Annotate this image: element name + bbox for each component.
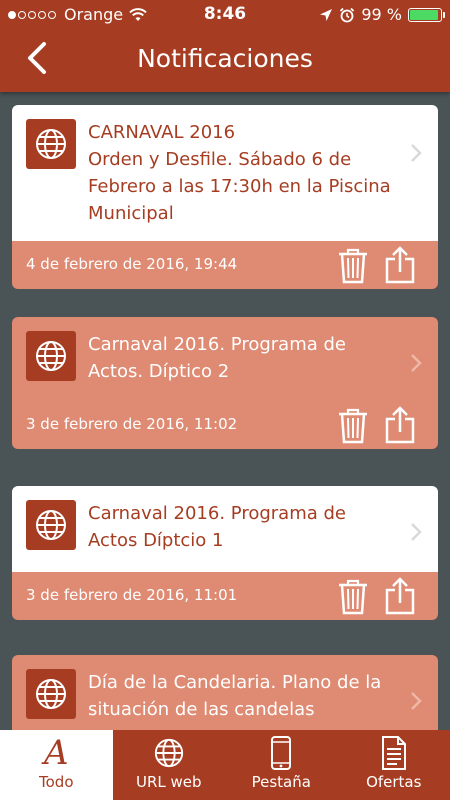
notification-body[interactable]: Día de la Candelaria. Plano de la situac… xyxy=(12,655,438,730)
globe-icon xyxy=(152,736,186,770)
header: Orange 8:46 99 % Notificaciones xyxy=(0,0,450,92)
tab-label: Pestaña xyxy=(251,773,311,791)
tab-label: Ofertas xyxy=(366,773,422,791)
share-icon[interactable] xyxy=(384,406,416,444)
tab-todo[interactable]: A Todo xyxy=(0,730,113,800)
tab-label: URL web xyxy=(135,773,202,791)
tab-pestana[interactable]: Pestaña xyxy=(225,730,338,800)
notification-footer: 4 de febrero de 2016, 19:44 xyxy=(12,241,438,289)
tab-bar: A Todo URL web Pestaña Ofertas xyxy=(0,730,450,800)
tab-url-web[interactable]: URL web xyxy=(113,730,226,800)
trash-icon[interactable] xyxy=(338,408,368,444)
notification-title: Carnaval 2016. Programa de Actos. Díptic… xyxy=(88,334,346,382)
document-icon xyxy=(377,736,411,770)
share-icon[interactable] xyxy=(384,246,416,284)
notification-card[interactable]: CARNAVAL 2016 Orden y Desfile. Sábado 6 … xyxy=(12,105,438,289)
notification-date: 4 de febrero de 2016, 19:44 xyxy=(26,255,238,273)
phone-icon xyxy=(264,736,298,770)
notification-card[interactable]: Carnaval 2016. Programa de Actos Díptcio… xyxy=(12,486,438,620)
tab-ofertas[interactable]: Ofertas xyxy=(338,730,450,800)
battery-percent: 99 % xyxy=(361,5,402,24)
chevron-right-icon xyxy=(411,354,422,372)
location-arrow-icon xyxy=(320,8,333,21)
globe-icon xyxy=(26,119,76,169)
alarm-clock-icon xyxy=(340,7,355,22)
battery-icon xyxy=(408,7,445,22)
notification-description: Orden y Desfile. Sábado 6 de Febrero a l… xyxy=(88,149,391,224)
notification-title: Carnaval 2016. Programa de Actos Díptcio… xyxy=(88,503,346,551)
trash-icon[interactable] xyxy=(338,579,368,615)
status-bar: Orange 8:46 99 % xyxy=(0,0,450,32)
chevron-right-icon xyxy=(411,144,422,162)
notification-list: CARNAVAL 2016 Orden y Desfile. Sábado 6 … xyxy=(0,92,450,730)
globe-icon xyxy=(26,669,76,719)
notification-footer: 3 de febrero de 2016, 11:01 xyxy=(12,572,438,620)
notification-text: CARNAVAL 2016 Orden y Desfile. Sábado 6 … xyxy=(88,119,398,227)
globe-icon xyxy=(26,331,76,381)
notification-card[interactable]: Carnaval 2016. Programa de Actos. Díptic… xyxy=(12,317,438,449)
globe-icon xyxy=(26,500,76,550)
letter-a-icon: A xyxy=(43,733,69,773)
tab-label: Todo xyxy=(39,773,74,791)
notification-date: 3 de febrero de 2016, 11:01 xyxy=(26,586,238,604)
notification-body[interactable]: Carnaval 2016. Programa de Actos. Díptic… xyxy=(12,317,438,401)
notification-title: Día de la Candelaria. Plano de la situac… xyxy=(88,672,382,720)
notification-footer: 3 de febrero de 2016, 11:02 xyxy=(12,401,438,449)
trash-icon[interactable] xyxy=(338,248,368,284)
notification-body[interactable]: Carnaval 2016. Programa de Actos Díptcio… xyxy=(12,486,438,572)
share-icon[interactable] xyxy=(384,577,416,615)
notification-title: CARNAVAL 2016 xyxy=(88,122,236,143)
notification-body[interactable]: CARNAVAL 2016 Orden y Desfile. Sábado 6 … xyxy=(12,105,438,241)
notification-date: 3 de febrero de 2016, 11:02 xyxy=(26,415,238,433)
chevron-right-icon xyxy=(411,523,422,541)
notification-card[interactable]: Día de la Candelaria. Plano de la situac… xyxy=(12,655,438,730)
page-title: Notificaciones xyxy=(137,44,313,73)
chevron-right-icon xyxy=(411,692,422,710)
status-right: 99 % xyxy=(313,5,445,24)
